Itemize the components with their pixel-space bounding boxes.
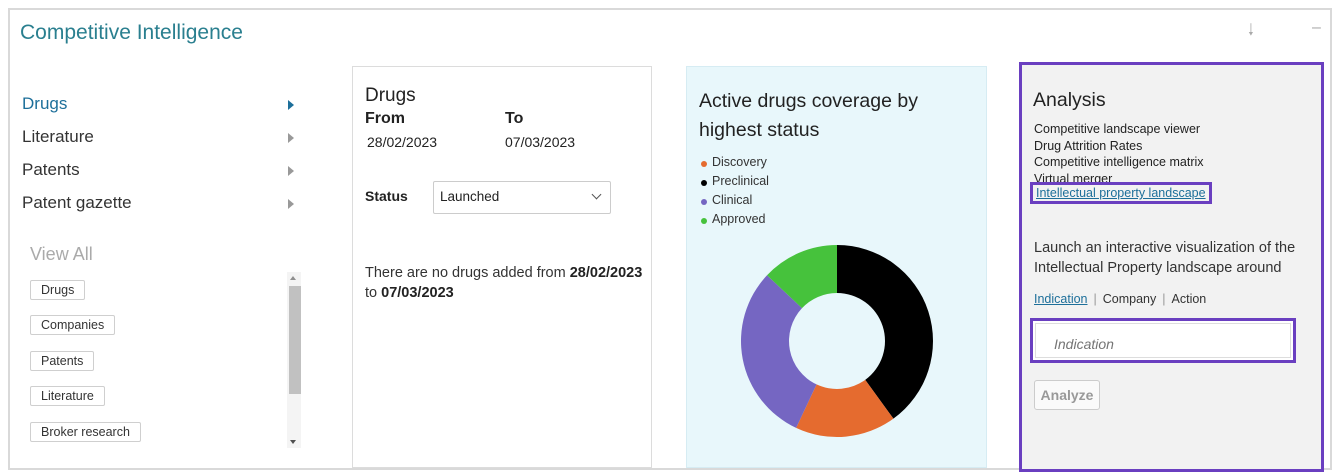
nav-item-patents[interactable]: Patents: [22, 160, 302, 193]
legend-label: Clinical: [712, 193, 753, 207]
indication-input-highlight: [1030, 318, 1296, 363]
nav-item-label: Patent gazette: [22, 193, 132, 212]
legend-label: Preclinical: [712, 174, 769, 188]
legend-dot: [701, 199, 707, 205]
mode-company[interactable]: Company: [1103, 292, 1157, 306]
indication-input[interactable]: [1035, 323, 1291, 358]
nav-item-literature[interactable]: Literature: [22, 127, 302, 160]
status-select[interactable]: Launched: [433, 181, 611, 214]
analysis-description: Launch an interactive visualization of t…: [1034, 240, 1296, 276]
tag-drugs[interactable]: Drugs: [30, 280, 86, 300]
chart-title: Active drugs coverage by highest status: [699, 90, 918, 141]
analysis-mode-switch: Indication | Company | Action: [1034, 292, 1206, 306]
tag-companies[interactable]: Companies: [30, 315, 116, 335]
to-label: To: [505, 110, 524, 127]
download-arrow-icon[interactable]: 🠓: [1248, 19, 1254, 46]
from-label: From: [365, 110, 405, 127]
view-all-heading: View All: [30, 244, 93, 264]
nav-item-drugs[interactable]: Drugs: [22, 94, 302, 127]
category-nav: Drugs Literature Patents Patent gazette: [22, 94, 302, 226]
legend-item-discovery[interactable]: Discovery: [701, 155, 769, 174]
chart-legend: Discovery Preclinical Clinical Approved: [701, 155, 769, 231]
status-select-value: Launched: [440, 189, 500, 204]
scroll-down-icon[interactable]: [290, 440, 296, 444]
chevron-down-icon: [591, 189, 602, 200]
analysis-panel: Analysis Competitive landscape viewer Dr…: [1019, 62, 1324, 472]
link-drug-attrition-rates[interactable]: Drug Attrition Rates: [1034, 138, 1204, 155]
drugs-card-title: Drugs: [365, 85, 416, 106]
empty-middle: to: [365, 285, 382, 301]
tags-scrollbar[interactable]: [287, 272, 301, 448]
empty-message: There are no drugs added from 28/02/2023…: [365, 263, 645, 303]
to-date[interactable]: 07/03/2023: [505, 134, 575, 150]
mode-separator: |: [1162, 292, 1166, 306]
caret-right-icon: [288, 133, 294, 143]
status-label: Status: [365, 188, 408, 204]
panel-title: Competitive Intelligence: [20, 21, 243, 44]
tag-literature[interactable]: Literature: [30, 386, 105, 406]
legend-item-preclinical[interactable]: Preclinical: [701, 174, 769, 193]
legend-item-approved[interactable]: Approved: [701, 212, 769, 231]
legend-label: Approved: [712, 212, 766, 226]
legend-label: Discovery: [712, 155, 767, 169]
legend-dot: [701, 161, 707, 167]
nav-item-patent-gazette[interactable]: Patent gazette: [22, 193, 302, 226]
minimize-icon[interactable]: –: [1312, 19, 1321, 37]
empty-from-date: 28/02/2023: [569, 265, 643, 281]
analysis-links: Competitive landscape viewer Drug Attrit…: [1034, 121, 1204, 187]
empty-to-date: 07/03/2023: [381, 285, 454, 301]
link-competitive-landscape-viewer[interactable]: Competitive landscape viewer: [1034, 121, 1204, 138]
coverage-chart-card: Active drugs coverage by highest status …: [686, 66, 987, 468]
empty-prefix: There are no drugs added from: [365, 265, 570, 281]
caret-right-icon: [288, 166, 294, 176]
legend-dot: [701, 180, 707, 186]
scroll-thumb[interactable]: [289, 286, 301, 394]
nav-item-label: Patents: [22, 160, 80, 179]
mode-separator: |: [1093, 292, 1097, 306]
analyze-button[interactable]: Analyze: [1034, 380, 1100, 410]
drugs-card: Drugs From To 28/02/2023 07/03/2023 Stat…: [352, 66, 652, 468]
link-competitive-intelligence-matrix[interactable]: Competitive intelligence matrix: [1034, 154, 1204, 171]
scroll-up-icon[interactable]: [290, 276, 296, 280]
mode-indication[interactable]: Indication: [1034, 292, 1088, 306]
analysis-title: Analysis: [1033, 89, 1106, 111]
tag-broker-research[interactable]: Broker research: [30, 422, 141, 442]
legend-dot: [701, 218, 707, 224]
donut-chart[interactable]: [739, 243, 935, 439]
legend-item-clinical[interactable]: Clinical: [701, 193, 769, 212]
caret-right-icon: [288, 199, 294, 209]
link-intellectual-property-landscape[interactable]: Intellectual property landscape: [1030, 182, 1212, 204]
tag-patents[interactable]: Patents: [30, 351, 95, 371]
nav-item-label: Literature: [22, 127, 94, 146]
from-date[interactable]: 28/02/2023: [367, 134, 437, 150]
nav-item-label: Drugs: [22, 94, 68, 113]
mode-action[interactable]: Action: [1172, 292, 1207, 306]
caret-right-icon: [288, 100, 294, 110]
